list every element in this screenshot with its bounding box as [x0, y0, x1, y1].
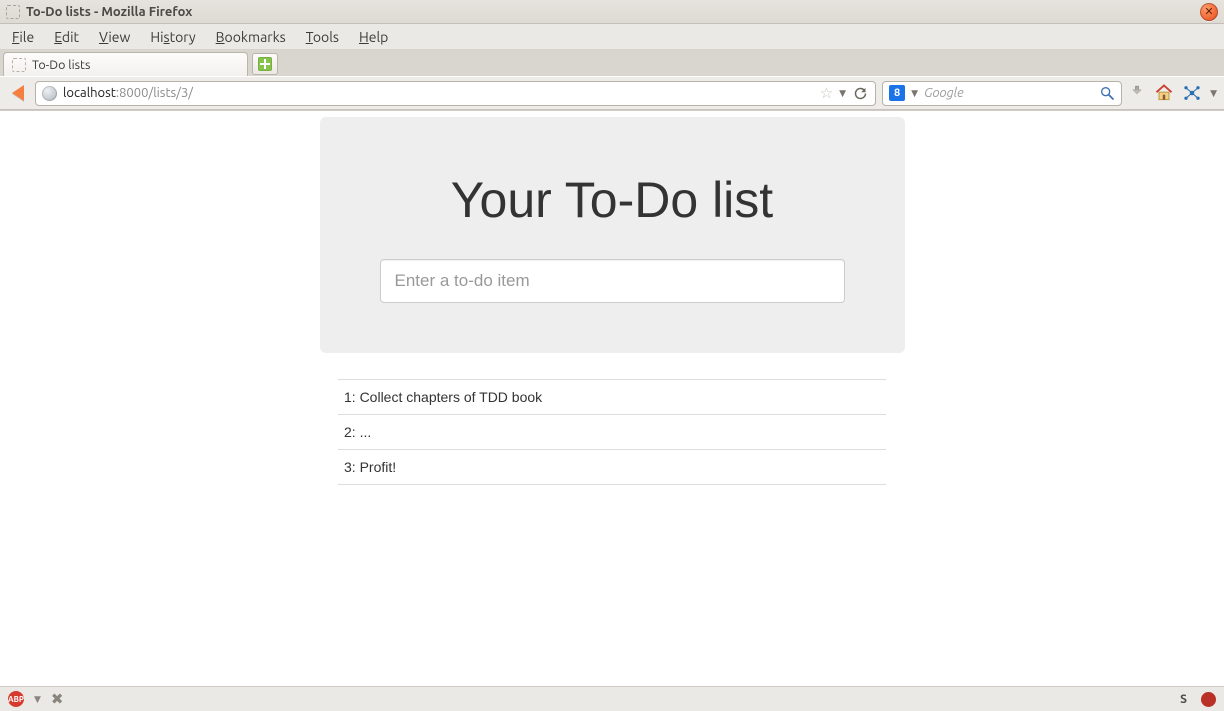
url-text: localhost:8000/lists/3/ — [63, 86, 814, 100]
page-heading: Your To-Do list — [350, 171, 875, 229]
tab-strip: To-Do lists — [0, 50, 1224, 76]
table-row: 1: Collect chapters of TDD book — [338, 380, 886, 415]
new-item-input[interactable] — [380, 259, 845, 303]
window-title: To-Do lists - Mozilla Firefox — [26, 5, 192, 19]
network-dropdown[interactable]: ▼ — [1210, 88, 1217, 99]
reload-button[interactable] — [852, 85, 869, 102]
menu-history[interactable]: History — [142, 26, 203, 48]
status-close-icon[interactable]: ✖ — [51, 690, 64, 708]
tab-favicon — [12, 58, 26, 72]
network-button[interactable] — [1182, 83, 1202, 103]
table-row: 3: Profit! — [338, 450, 886, 485]
back-icon — [12, 85, 24, 101]
menu-bookmarks[interactable]: Bookmarks — [208, 26, 294, 48]
window-titlebar: To-Do lists - Mozilla Firefox ✕ — [0, 0, 1224, 24]
tab-label: To-Do lists — [32, 58, 90, 72]
back-button[interactable] — [7, 82, 29, 104]
search-engine-dropdown[interactable]: ▼ — [911, 88, 918, 99]
download-icon — [1128, 84, 1146, 102]
globe-icon — [42, 86, 57, 101]
bookmark-star-icon[interactable]: ☆ — [820, 84, 833, 102]
search-placeholder: Google — [924, 86, 1093, 100]
url-bar[interactable]: localhost:8000/lists/3/ ☆ ▼ — [35, 81, 876, 106]
url-history-dropdown[interactable]: ▼ — [839, 88, 846, 99]
toolbar-icons: ▼ — [1128, 83, 1217, 103]
adblock-icon[interactable]: ABP — [8, 691, 24, 707]
url-rest: :8000/lists/3/ — [116, 86, 193, 100]
plus-icon — [258, 57, 272, 71]
todo-item: 3: Profit! — [338, 450, 886, 485]
search-icon — [1099, 85, 1115, 101]
menu-help[interactable]: Help — [351, 26, 396, 48]
new-tab-button[interactable] — [252, 53, 278, 75]
menu-edit[interactable]: Edit — [46, 26, 87, 48]
menu-file-rest: ile — [19, 29, 34, 45]
search-go-button[interactable] — [1099, 85, 1115, 101]
firebug-icon[interactable] — [1201, 692, 1216, 707]
search-engine-badge[interactable]: 8 — [889, 85, 905, 101]
adblock-dropdown[interactable]: ▼ — [34, 694, 41, 705]
menu-tools[interactable]: Tools — [298, 26, 347, 48]
menubar: File Edit View History Bookmarks Tools H… — [0, 24, 1224, 50]
window-close-button[interactable]: ✕ — [1200, 3, 1218, 21]
status-s-icon[interactable]: S — [1176, 692, 1191, 707]
todo-item: 2: ... — [338, 415, 886, 450]
todo-table: 1: Collect chapters of TDD book 2: ... 3… — [338, 379, 886, 485]
tab-active[interactable]: To-Do lists — [3, 52, 248, 76]
reload-icon — [853, 86, 868, 101]
home-button[interactable] — [1154, 83, 1174, 103]
network-icon — [1183, 84, 1201, 102]
url-host: localhost — [63, 86, 116, 100]
downloads-button[interactable] — [1128, 84, 1146, 102]
home-icon — [1154, 83, 1174, 103]
page-viewport: Your To-Do list 1: Collect chapters of T… — [0, 110, 1224, 686]
jumbotron: Your To-Do list — [320, 117, 905, 353]
nav-toolbar: localhost:8000/lists/3/ ☆ ▼ 8 ▼ Google — [0, 76, 1224, 110]
todo-item: 1: Collect chapters of TDD book — [338, 380, 886, 415]
status-bar: ABP ▼ ✖ S — [0, 686, 1224, 711]
menu-file[interactable]: File — [4, 26, 42, 48]
search-bar[interactable]: 8 ▼ Google — [882, 81, 1122, 106]
window-favicon — [6, 5, 20, 19]
table-row: 2: ... — [338, 415, 886, 450]
menu-view[interactable]: View — [91, 26, 138, 48]
